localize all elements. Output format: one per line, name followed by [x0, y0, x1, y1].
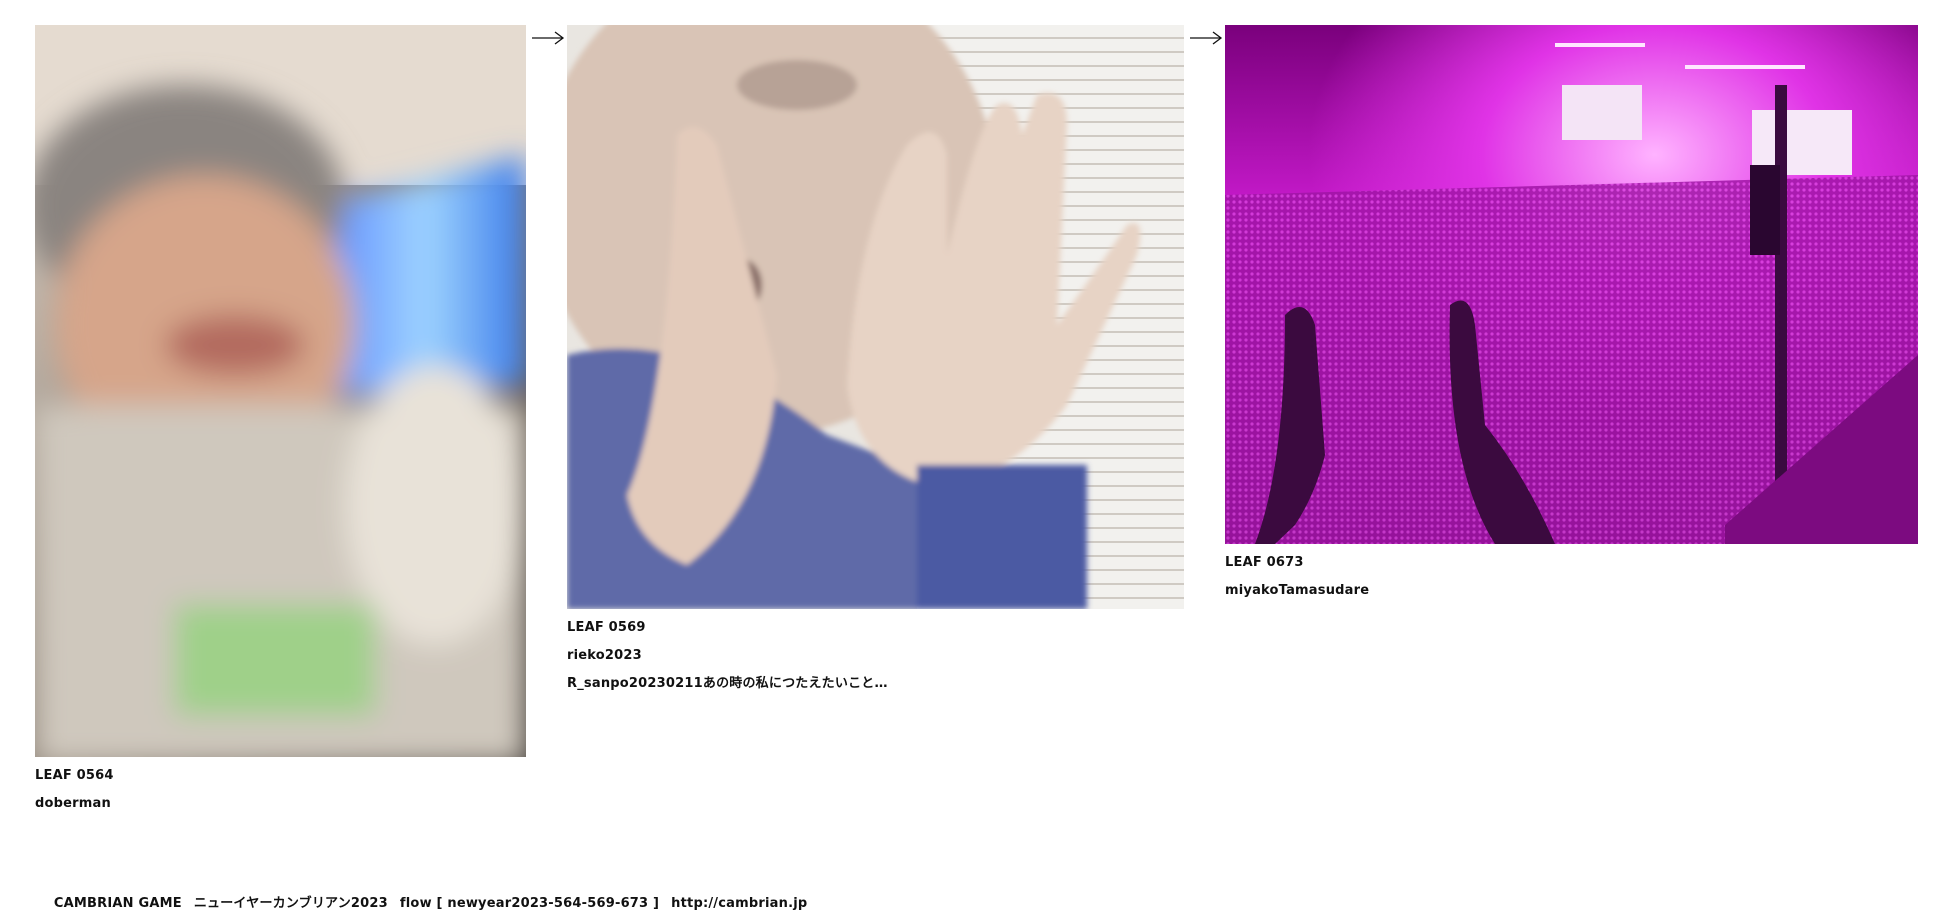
footer-event[interactable]: ニューイヤーカンブリアン2023	[194, 896, 388, 911]
right-arrow-icon	[532, 31, 565, 45]
leaf-id: LEAF 0564	[35, 768, 114, 783]
leaf-photo-0673[interactable]	[1225, 25, 1918, 544]
leaf-photo-0564[interactable]	[35, 25, 526, 757]
leaf-card-0564: LEAF 0564 doberman	[35, 25, 526, 823]
leaf-caption-0569: LEAF 0569 rieko2023 R_sanpo20230211あの時の私…	[567, 619, 1184, 703]
footer-brand[interactable]: CAMBRIAN GAME	[54, 896, 182, 911]
leaf-user-link[interactable]: rieko2023	[567, 647, 1184, 675]
leaf-caption-0673: LEAF 0673 miyakoTamasudare	[1225, 554, 1918, 610]
leaf-caption-0564: LEAF 0564 doberman	[35, 767, 526, 823]
leaf-id: LEAF 0673	[1225, 555, 1304, 570]
footer: CAMBRIAN GAME ニューイヤーカンブリアン2023 flow [ newy…	[35, 877, 819, 912]
leaf-photo-0569[interactable]	[567, 25, 1184, 609]
leaf-user-link[interactable]: miyakoTamasudare	[1225, 582, 1918, 610]
leaf-card-0673: LEAF 0673 miyakoTamasudare	[1225, 25, 1918, 610]
leaf-id: LEAF 0569	[567, 620, 646, 635]
footer-flow: flow [ newyear2023-564-569-673 ]	[399, 896, 660, 911]
leaf-note: R_sanpo20230211あの時の私につたえたいこと…	[567, 676, 888, 691]
page: LEAF 0564 doberman LEAF 0569 rieko2023 R…	[0, 0, 1953, 912]
leaf-user-link[interactable]: doberman	[35, 795, 526, 823]
leaf-card-0569: LEAF 0569 rieko2023 R_sanpo20230211あの時の私…	[567, 25, 1184, 703]
right-arrow-icon	[1190, 31, 1223, 45]
footer-url-link[interactable]: http://cambrian.jp	[671, 896, 807, 911]
